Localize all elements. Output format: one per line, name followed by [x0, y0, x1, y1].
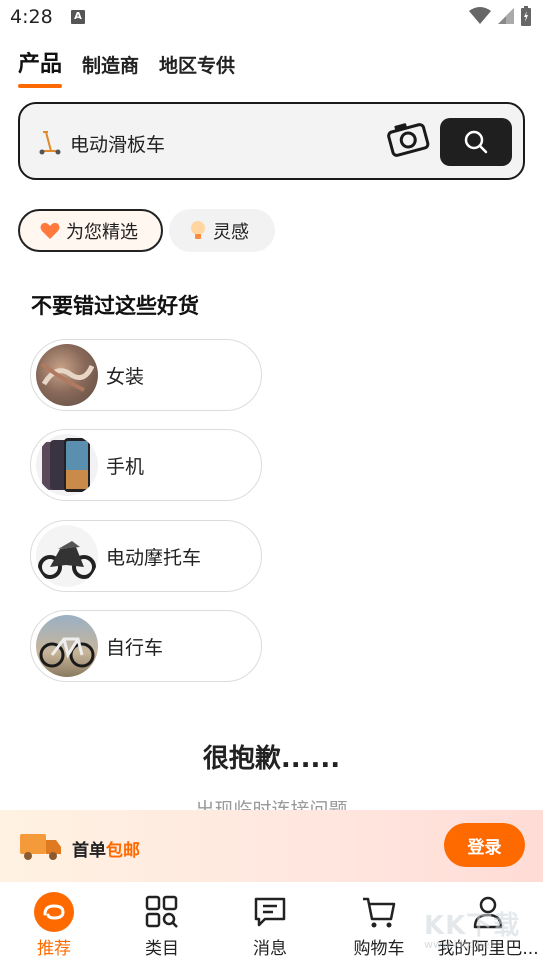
nav-label: 消息 [253, 939, 287, 959]
category-phones[interactable]: 手机 [30, 429, 262, 501]
wifi-icon [469, 7, 491, 24]
watermark-url: www.kkx.net [424, 938, 495, 951]
promo-text-highlight: 包邮 [106, 841, 140, 861]
search-box[interactable]: 电动滑板车 [18, 102, 525, 180]
message-icon [254, 897, 286, 927]
section-title: 不要错过这些好货 [31, 294, 199, 318]
nav-label: 推荐 [37, 939, 71, 959]
nav-label: 类目 [145, 939, 179, 959]
battery-icon [521, 6, 531, 26]
watermark-main: KK下载 [424, 911, 521, 941]
tab-regional[interactable]: 地区专供 [159, 51, 235, 78]
category-grid-icon [145, 895, 178, 928]
phones-thumbnail [36, 434, 98, 496]
chip-label: 灵感 [213, 221, 249, 243]
status-icons [469, 6, 531, 26]
status-bar: 4:28 A [0, 0, 543, 36]
chip-inspiration[interactable]: 灵感 [169, 209, 275, 252]
nav-home[interactable]: 推荐 [0, 892, 108, 959]
signal-icon [498, 8, 514, 24]
womens-clothing-thumbnail [36, 344, 98, 406]
promo-text-prefix: 首单 [72, 841, 106, 861]
nav-categories[interactable]: 类目 [108, 892, 216, 959]
chip-for-you[interactable]: 为您精选 [18, 209, 163, 252]
camera-icon[interactable] [385, 118, 431, 160]
heart-icon [40, 222, 60, 239]
cart-icon [363, 897, 396, 928]
home-logo-icon [34, 892, 74, 932]
nav-label: 购物车 [353, 939, 405, 959]
top-tabs: 产品 制造商 地区专供 [18, 46, 235, 88]
search-button[interactable] [440, 118, 512, 166]
scooter-icon [39, 131, 61, 155]
chip-label: 为您精选 [66, 221, 138, 243]
login-button[interactable]: 登录 [444, 823, 525, 867]
status-time: 4:28 [10, 6, 53, 28]
category-womens-clothing[interactable]: 女装 [30, 339, 262, 411]
bicycles-thumbnail [36, 615, 98, 677]
category-electric-motorcycles[interactable]: 电动摩托车 [30, 520, 262, 592]
tab-products[interactable]: 产品 [18, 46, 63, 88]
truck-icon [20, 834, 61, 860]
category-label: 电动摩托车 [106, 546, 202, 569]
lightbulb-icon [191, 220, 205, 239]
search-input[interactable]: 电动滑板车 [70, 130, 165, 157]
promo-text: 首单包邮 [72, 836, 140, 861]
search-icon [464, 130, 488, 154]
category-label: 女装 [106, 365, 145, 388]
promo-banner: 首单包邮 登录 [0, 810, 543, 882]
nav-cart[interactable]: 购物车 [325, 892, 433, 959]
category-bicycles[interactable]: 自行车 [30, 610, 262, 682]
category-label: 手机 [106, 455, 145, 478]
nav-messages[interactable]: 消息 [216, 892, 324, 959]
tab-manufacturers[interactable]: 制造商 [82, 51, 139, 78]
electric-motorcycles-thumbnail [36, 525, 98, 587]
error-title: 很抱歉...... [202, 744, 341, 774]
category-label: 自行车 [106, 636, 164, 659]
watermark: KK下载 www.kkx.net [424, 905, 540, 963]
notification-a-icon: A [71, 10, 85, 24]
